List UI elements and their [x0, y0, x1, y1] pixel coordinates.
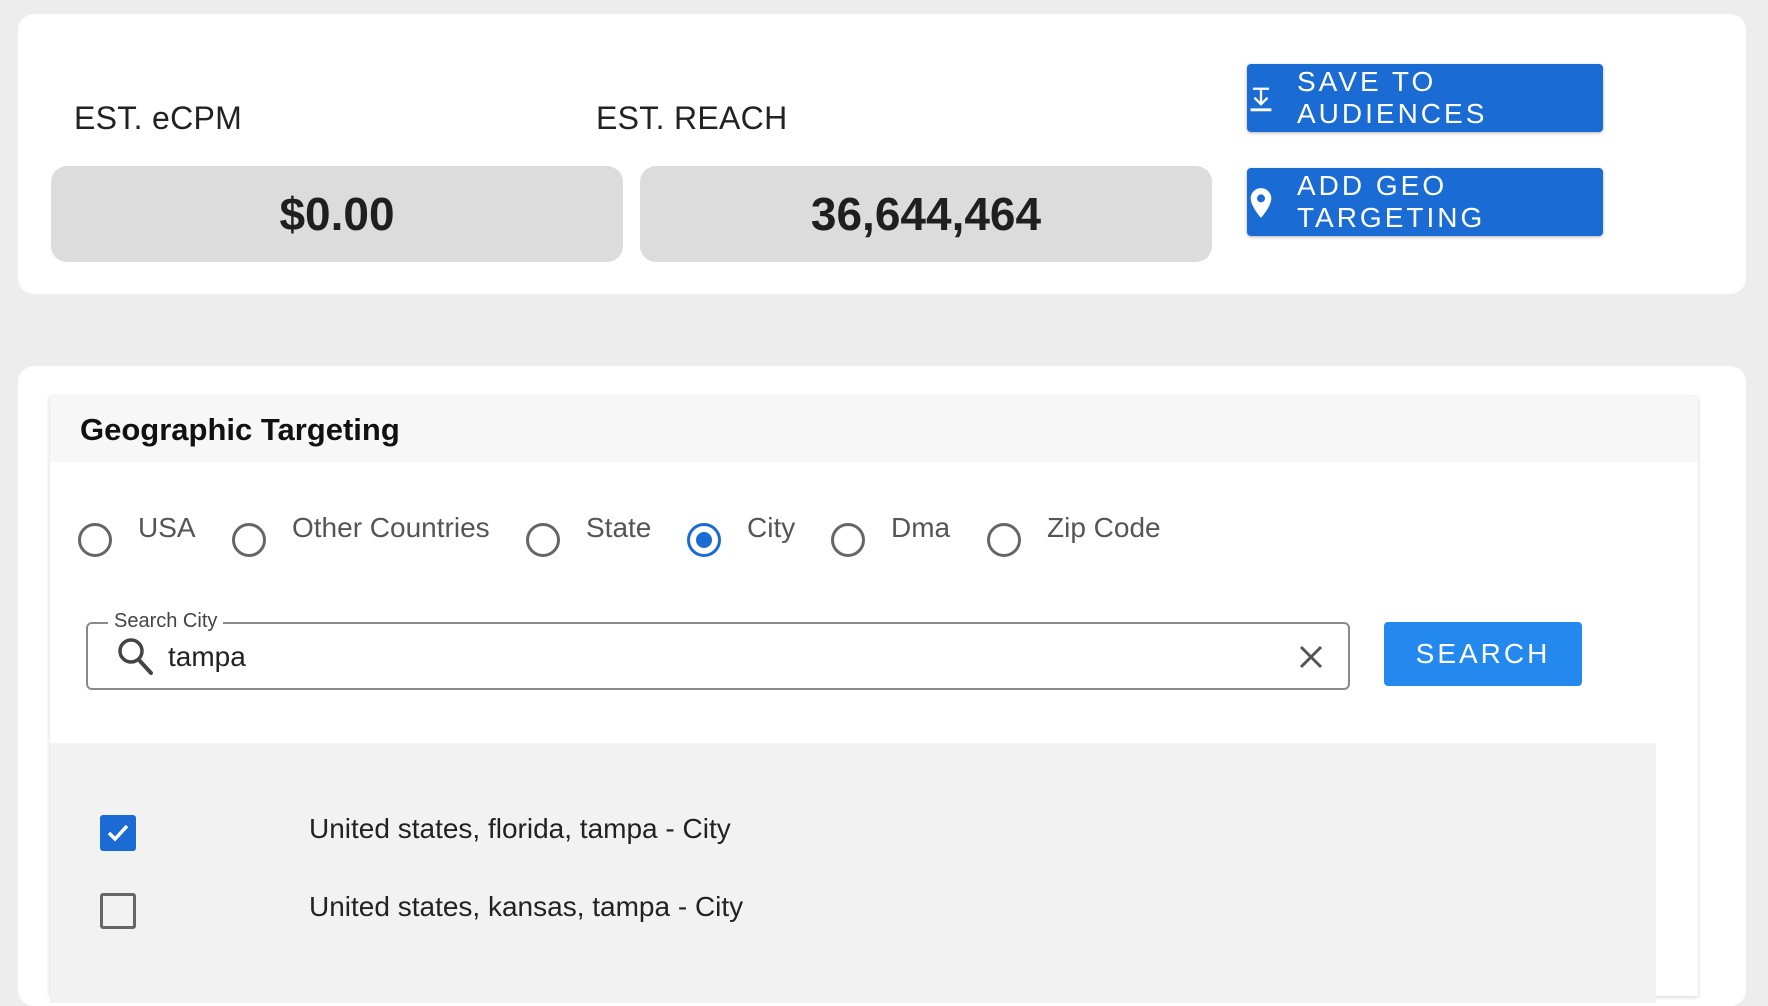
- radio-other-countries[interactable]: Other Countries: [232, 509, 490, 557]
- geographic-targeting-panel: Geographic Targeting USA Other Countries…: [50, 396, 1698, 1003]
- check-icon: [107, 824, 129, 842]
- search-city-field[interactable]: Search City: [86, 610, 1350, 690]
- download-icon: [1247, 83, 1275, 113]
- radio-label: Zip Code: [1047, 512, 1161, 543]
- radio-city[interactable]: City: [687, 509, 795, 557]
- radio-label: State: [586, 512, 652, 543]
- result-checkbox[interactable]: [100, 815, 136, 851]
- radio-circle[interactable]: [526, 523, 560, 557]
- result-label: United states, kansas, tampa - City: [309, 891, 744, 922]
- ecpm-value: $0.00: [51, 166, 623, 262]
- radio-circle[interactable]: [987, 523, 1021, 557]
- ecpm-label: EST. eCPM: [74, 100, 243, 136]
- radio-dma[interactable]: Dma: [831, 509, 950, 557]
- reach-label: EST. REACH: [596, 100, 788, 136]
- search-icon: [116, 636, 154, 676]
- radio-circle[interactable]: [831, 523, 865, 557]
- geo-title: Geographic Targeting: [80, 412, 400, 447]
- search-input[interactable]: [166, 636, 1230, 678]
- radio-circle[interactable]: [232, 523, 266, 557]
- radio-label: USA: [138, 512, 196, 543]
- close-icon[interactable]: [1298, 644, 1324, 670]
- estimates-card: EST. eCPM EST. REACH $0.00 36,644,464 SA…: [18, 14, 1746, 294]
- search-button[interactable]: SEARCH: [1384, 622, 1582, 686]
- add-geo-targeting-button[interactable]: ADD GEO TARGETING: [1247, 168, 1603, 236]
- radio-label: Dma: [891, 512, 951, 543]
- radio-zip-code[interactable]: Zip Code: [987, 509, 1161, 557]
- results-list: United states, florida, tampa - City Uni…: [50, 743, 1656, 1003]
- radio-label: Other Countries: [292, 512, 490, 543]
- radio-usa[interactable]: USA: [78, 509, 196, 557]
- radio-circle[interactable]: [78, 523, 112, 557]
- search-city-label: Search City: [108, 610, 224, 633]
- list-item[interactable]: United states, kansas, tampa - City: [50, 881, 1656, 941]
- result-checkbox[interactable]: [100, 893, 136, 929]
- radio-circle[interactable]: [687, 523, 721, 557]
- radio-label: City: [747, 512, 796, 543]
- result-label: United states, florida, tampa - City: [309, 813, 731, 844]
- geo-header: Geographic Targeting: [50, 396, 1698, 462]
- list-item[interactable]: United states, florida, tampa - City: [50, 803, 1656, 863]
- radio-state[interactable]: State: [526, 509, 651, 557]
- reach-value: 36,644,464: [640, 166, 1212, 262]
- save-to-audiences-button[interactable]: SAVE TO AUDIENCES: [1247, 64, 1603, 132]
- location-pin-icon: [1247, 187, 1275, 218]
- add-geo-targeting-label: ADD GEO TARGETING: [1297, 170, 1486, 233]
- save-to-audiences-label: SAVE TO AUDIENCES: [1297, 66, 1488, 129]
